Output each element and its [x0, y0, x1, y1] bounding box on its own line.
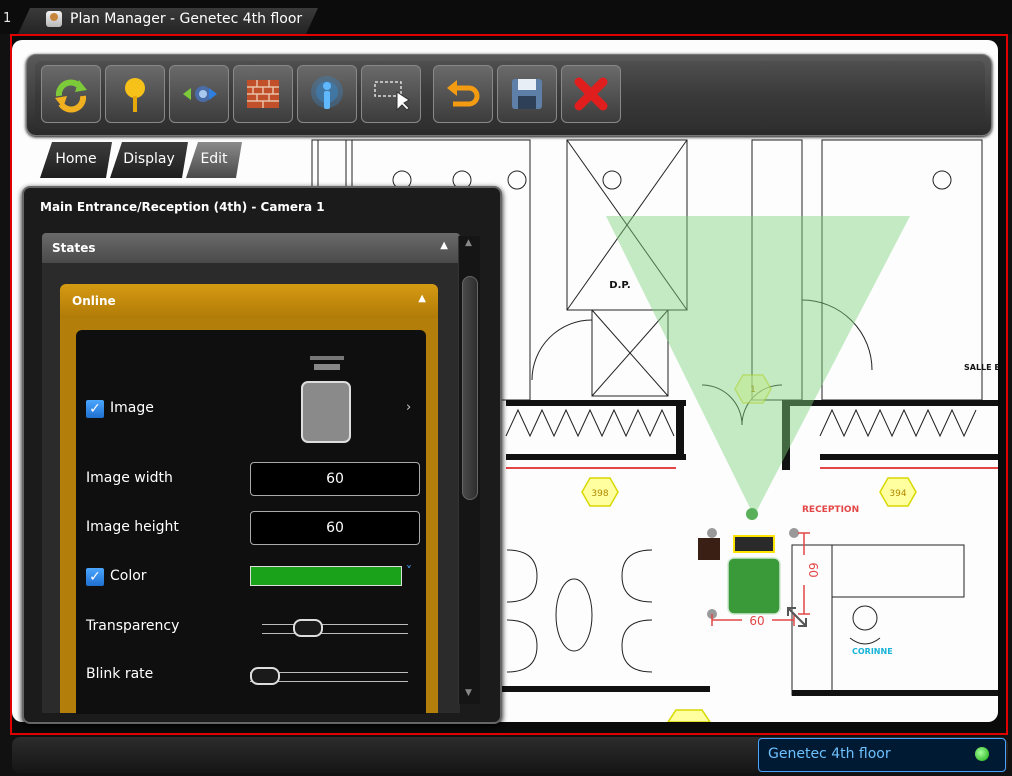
undo-icon [447, 80, 480, 107]
scroll-up-icon[interactable]: ▲ [465, 238, 472, 248]
undo-button[interactable] [433, 65, 493, 123]
reception-label: RECEPTION [802, 505, 859, 515]
collapse-online-icon[interactable]: ▲ [418, 293, 426, 304]
online-label: Online [72, 294, 116, 308]
camera-head [733, 535, 775, 553]
sensor-button[interactable] [297, 65, 357, 123]
plan-manager-icon [46, 11, 62, 27]
floppy-disk-icon [512, 79, 542, 109]
image-height-input[interactable]: 60 [250, 511, 420, 545]
tab-home-label: Home [55, 151, 97, 167]
online-state-header[interactable]: Online ▲ [60, 284, 438, 318]
color-checkbox[interactable]: ✓ [86, 568, 104, 586]
ribbon-tabs: Home Display Edit [40, 142, 250, 178]
online-properties: ✓ Image › Image width 60 Image height 60… [76, 330, 426, 714]
blink-rate-slider[interactable] [250, 667, 408, 685]
app-window: 1 Plan Manager - Genetec 4th floor 398 3… [0, 0, 1012, 776]
tab-edit-label: Edit [200, 151, 228, 167]
image-width-input[interactable]: 60 [250, 462, 420, 496]
resize-handle-tl[interactable] [707, 528, 717, 538]
camera-view-cone [606, 216, 910, 516]
transparency-slider[interactable] [262, 619, 408, 637]
broadcast-icon [311, 76, 343, 109]
toolbar [26, 54, 992, 136]
image-checkbox[interactable]: ✓ [86, 400, 104, 418]
select-region-button[interactable] [361, 65, 421, 123]
panel-title: Main Entrance/Reception (4th) - Camera 1 [40, 200, 325, 214]
tab-display[interactable]: Display [110, 142, 188, 178]
selection-cursor-icon [374, 81, 410, 112]
window-title: Plan Manager - Genetec 4th floor [70, 11, 303, 27]
width-dimension: 60 [749, 614, 764, 628]
add-pin-button[interactable] [105, 65, 165, 123]
close-button[interactable] [561, 65, 621, 123]
image-chevron-right-icon[interactable]: › [406, 400, 411, 415]
image-width-label: Image width [86, 470, 173, 486]
room-label-394: 394 [889, 489, 906, 499]
save-button[interactable] [497, 65, 557, 123]
dp-label: D.P. [609, 280, 630, 291]
refresh-button[interactable] [41, 65, 101, 123]
color-swatch[interactable] [250, 566, 402, 586]
blink-rate-slider-thumb[interactable] [250, 667, 280, 685]
resize-handle-tr[interactable] [789, 528, 799, 538]
states-label: States [52, 241, 96, 255]
salle-label: SALLE EL [964, 363, 998, 372]
room-label-398: 398 [591, 489, 608, 499]
brick-wall-icon [247, 80, 279, 108]
height-dimension: 60 [806, 562, 820, 577]
tab-display-label: Display [123, 151, 175, 167]
properties-panel: Main Entrance/Reception (4th) - Camera 1… [22, 186, 502, 724]
wall-button[interactable] [233, 65, 293, 123]
cabinet-icon [698, 538, 720, 560]
states-section-header[interactable]: States ▲ [42, 233, 460, 263]
panel-scrollbar[interactable]: ▲ ▼ [458, 236, 480, 704]
scrollbar-thumb[interactable] [462, 276, 478, 500]
camera-icon[interactable] [727, 557, 781, 615]
status-indicator-icon [975, 747, 989, 761]
speaker-icon [183, 86, 217, 102]
image-height-label: Image height [86, 519, 179, 535]
map-pin-icon [125, 78, 145, 112]
tab-number: 1 [3, 11, 12, 26]
rotate-handle[interactable] [746, 508, 758, 520]
color-dropdown-icon[interactable]: ˅ [406, 564, 412, 578]
transparency-label: Transparency [86, 618, 180, 634]
transparency-slider-thumb[interactable] [293, 619, 324, 637]
tab-home[interactable]: Home [40, 142, 112, 178]
color-label: Color [110, 568, 147, 584]
scroll-down-icon[interactable]: ▼ [465, 688, 472, 698]
refresh-arrows-icon [55, 79, 87, 113]
audio-button[interactable] [169, 65, 229, 123]
image-label: Image [110, 400, 154, 416]
collapse-states-icon[interactable]: ▲ [440, 240, 448, 251]
toolbar-inner [35, 61, 985, 129]
red-x-icon [574, 77, 608, 111]
corinne-label: CORINNE [852, 647, 893, 656]
camera-image-preview[interactable] [300, 354, 354, 446]
floor-name: Genetec 4th floor [768, 746, 891, 762]
blink-rate-label: Blink rate [86, 666, 154, 682]
tab-edit[interactable]: Edit [186, 142, 242, 178]
